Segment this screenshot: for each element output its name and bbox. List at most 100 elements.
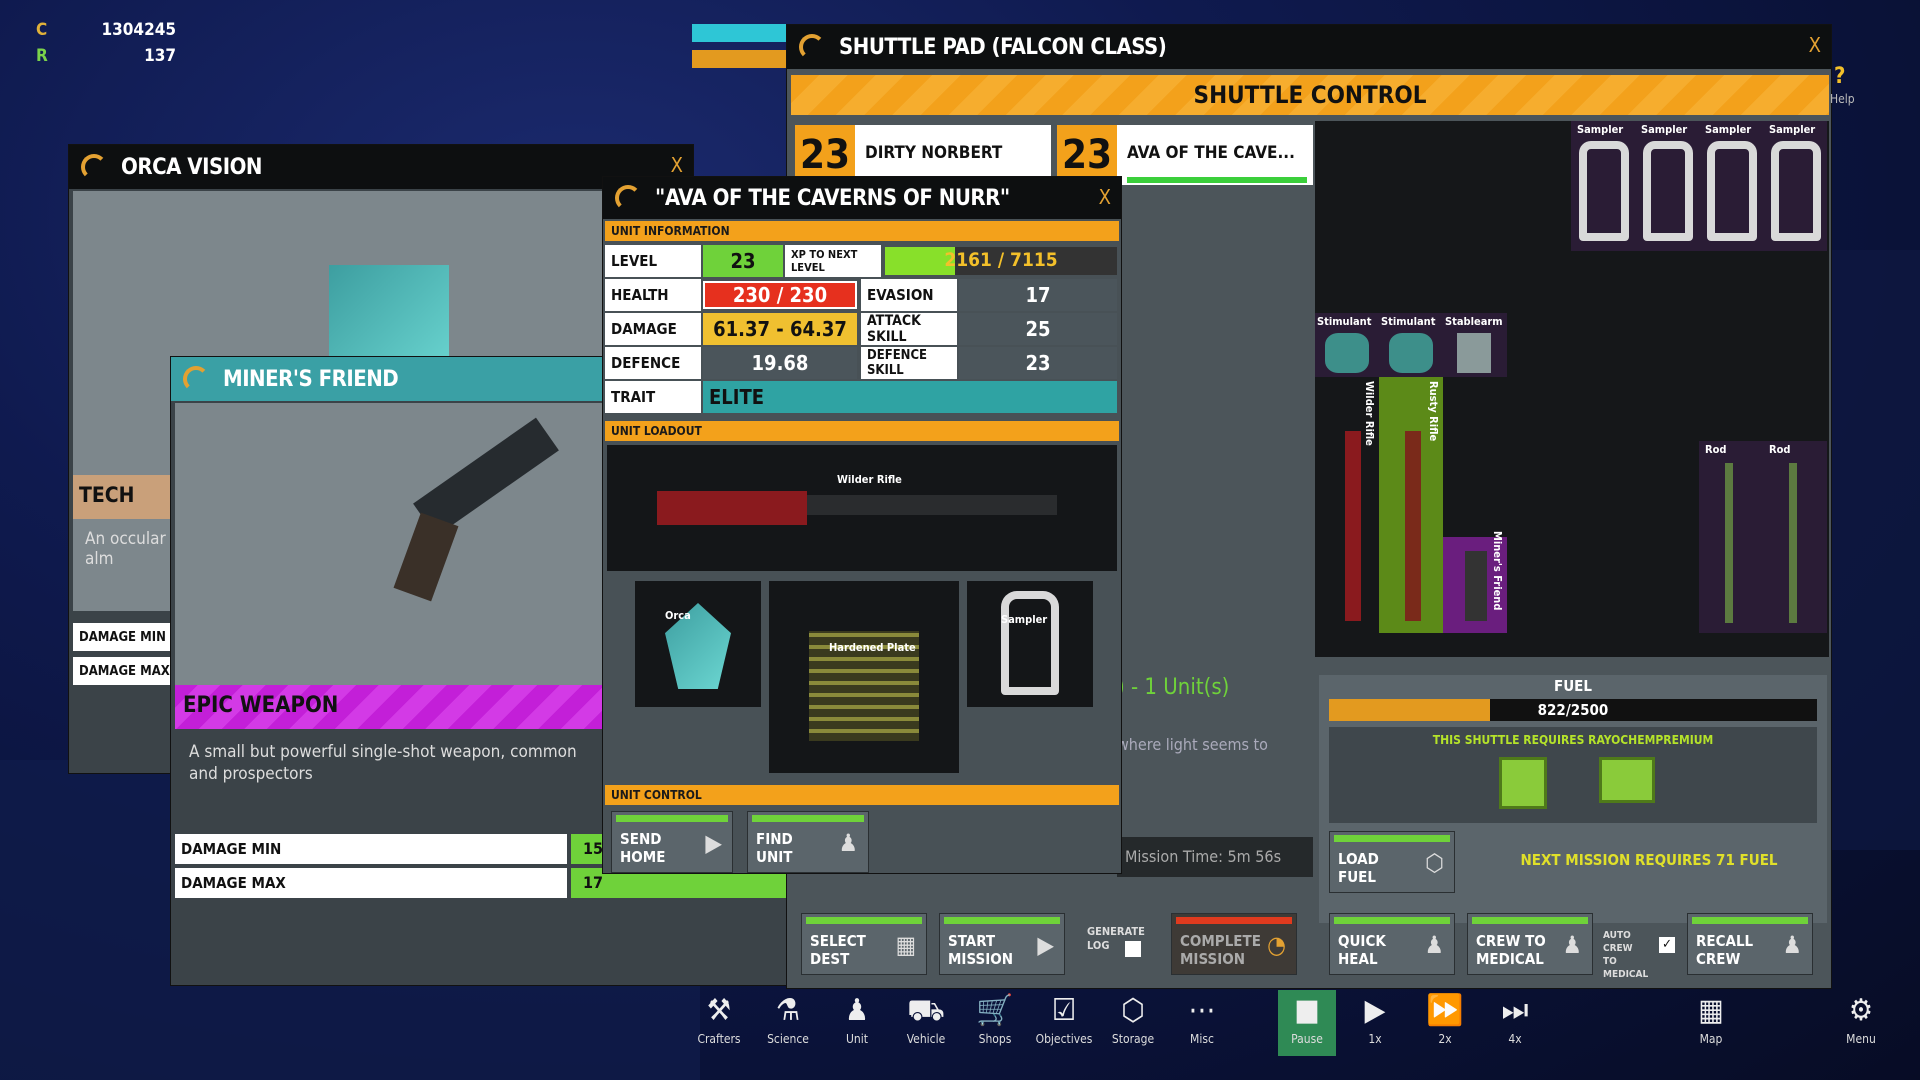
miners-friend-item[interactable] [1465,551,1487,621]
xp-bar: 2161 / 7115 [885,247,1117,275]
shuttle-inventory: Sampler Sampler Sampler Sampler Stimulan… [1315,121,1829,657]
sampler-item[interactable] [1643,141,1693,241]
health-value: 230 / 230 [703,281,857,309]
close-button[interactable]: X [671,153,683,177]
trait-value: ELITE [703,381,1117,413]
crafters-button[interactable]: ⚒ Crafters [690,990,748,1056]
recall-crew-button[interactable]: RECALL CREW ♟ [1687,913,1813,975]
sampler-item[interactable] [1771,141,1821,241]
speed-1x-button[interactable]: ▶ 1x [1346,990,1404,1056]
window-title: ORCA VISION [121,154,262,180]
wilder-rifle-item[interactable] [1345,431,1361,621]
logo-icon: ◔ [1267,931,1286,959]
weapon-label: Wilder Rifle [837,473,902,486]
vehicle-button[interactable]: ⛟ Vehicle [897,990,955,1056]
speed-2x-button[interactable]: ⏩ 2x [1416,990,1474,1056]
sampler-item[interactable] [1579,141,1629,241]
person-icon: ♟ [1424,931,1444,959]
toolbar-label: 4x [1508,1032,1522,1046]
fuel-requirement-box: THIS SHUTTLE REQUIRES RAYOCHEMPREMIUM [1329,727,1817,823]
science-button[interactable]: ⚗ Science [759,990,817,1056]
credits-counter: C 1304245 [36,20,176,40]
person-icon: ♟ [1782,931,1802,959]
crew-health-bar [1127,177,1307,183]
load-fuel-button[interactable]: LOAD FUEL ⬡ [1329,831,1455,893]
toolbar-label: Vehicle [906,1032,946,1046]
menu-icon: ⚙ [1848,993,1874,1028]
window-title: "AVA OF THE CAVERNS OF NURR" [655,185,1010,211]
rod-item[interactable] [1725,463,1733,623]
toolbar-label: Misc [1190,1032,1214,1046]
speed-2x-icon: ⏩ [1426,993,1464,1028]
mission-units: ) - 1 Unit(s) [1117,675,1230,700]
speed-4x-button[interactable]: ⏭ 4x [1486,990,1544,1056]
send-home-button[interactable]: SEND HOME ▶ [611,811,733,873]
level-label: LEVEL [605,245,701,277]
play-icon: ▶ [1037,931,1054,959]
complete-mission-button[interactable]: COMPLETE MISSION ◔ [1171,913,1297,975]
objectives-icon: ☑ [1051,993,1077,1028]
window-title: MINER'S FRIEND [223,366,399,392]
stimulant-item[interactable] [1389,333,1433,373]
weapon-slot[interactable]: Wilder Rifle [607,445,1117,571]
toolbar-label: Shops [978,1032,1012,1046]
fuel-crate-icon [1599,757,1655,803]
damage-label: DAMAGE [605,313,701,345]
map-button[interactable]: ▦ Map [1682,990,1740,1056]
armor-slot[interactable]: Hardened Plate [769,581,959,773]
objectives-button[interactable]: ☑ Objectives [1035,990,1093,1056]
help-icon[interactable]: ? [1834,64,1845,89]
storage-icon: ⬡ [1121,993,1145,1028]
tool-slot[interactable]: Sampler [967,581,1093,707]
find-unit-button[interactable]: FIND UNIT ♟ [747,811,869,873]
inventory-item-label: Stimulant [1381,315,1436,328]
toolbar-label: Crafters [697,1032,741,1046]
unit-loadout-header: UNIT LOADOUT [605,421,1119,441]
inventory-item-label: Wilder Rifle [1363,381,1376,446]
sampler-item[interactable] [1707,141,1757,241]
unit-information-header: UNIT INFORMATION [605,221,1119,241]
xp-label: XP TO NEXT LEVEL [785,245,881,277]
crafters-icon: ⚒ [706,993,732,1028]
inventory-item-label: Stimulant [1317,315,1372,328]
toolbar-label: Unit [846,1032,868,1046]
unit-button[interactable]: ♟ Unit [828,990,886,1056]
shops-icon: 🛒 [976,993,1014,1028]
stat-label: DAMAGE MIN [73,623,173,651]
start-mission-button[interactable]: START MISSION ▶ [939,913,1065,975]
rusty-rifle-item[interactable] [1405,431,1421,621]
evasion-label: EVASION [861,279,957,311]
help-label[interactable]: Help [1830,92,1855,106]
pause-button[interactable]: ■ Pause [1278,990,1336,1056]
crew-to-medical-button[interactable]: CREW TO MEDICAL ♟ [1467,913,1593,975]
game-logo-icon [615,185,641,211]
unit-titlebar[interactable]: "AVA OF THE CAVERNS OF NURR" [603,177,1121,219]
shuttle-titlebar[interactable]: SHUTTLE PAD (FALCON CLASS) [787,25,1831,69]
close-button[interactable]: X [1809,33,1821,57]
accessory-slot[interactable]: Orca [635,581,761,707]
trait-label: TRAIT [605,381,701,413]
select-dest-button[interactable]: SELECT DEST ▦ [801,913,927,975]
quick-heal-button[interactable]: QUICK HEAL ♟ [1329,913,1455,975]
vehicle-icon: ⛟ [907,993,945,1028]
map-grid-icon: ▦ [895,931,916,959]
generate-log-checkbox[interactable] [1125,941,1141,957]
orca-vision-titlebar[interactable]: ORCA VISION [69,145,693,189]
shops-button[interactable]: 🛒 Shops [966,990,1024,1056]
stablearm-item[interactable] [1457,333,1491,373]
fuel-label: FUEL [1554,677,1592,695]
energy-meter [692,50,792,68]
close-button[interactable]: X [1099,185,1111,209]
toolbar-label: Objectives [1035,1032,1093,1046]
auto-crew-checkbox[interactable]: ✓ [1659,937,1675,953]
slot-label: Sampler [1001,613,1048,626]
toolbar-label: Pause [1291,1032,1323,1046]
storage-button[interactable]: ⬡ Storage [1104,990,1162,1056]
game-logo-icon [183,366,209,392]
menu-button[interactable]: ⚙ Menu [1832,990,1890,1056]
unit-control-header: UNIT CONTROL [605,785,1119,805]
stimulant-item[interactable] [1325,333,1369,373]
unit-window: "AVA OF THE CAVERNS OF NURR" X UNIT INFO… [602,176,1122,874]
rod-item[interactable] [1789,463,1797,623]
misc-button[interactable]: ⋯ Misc [1173,990,1231,1056]
